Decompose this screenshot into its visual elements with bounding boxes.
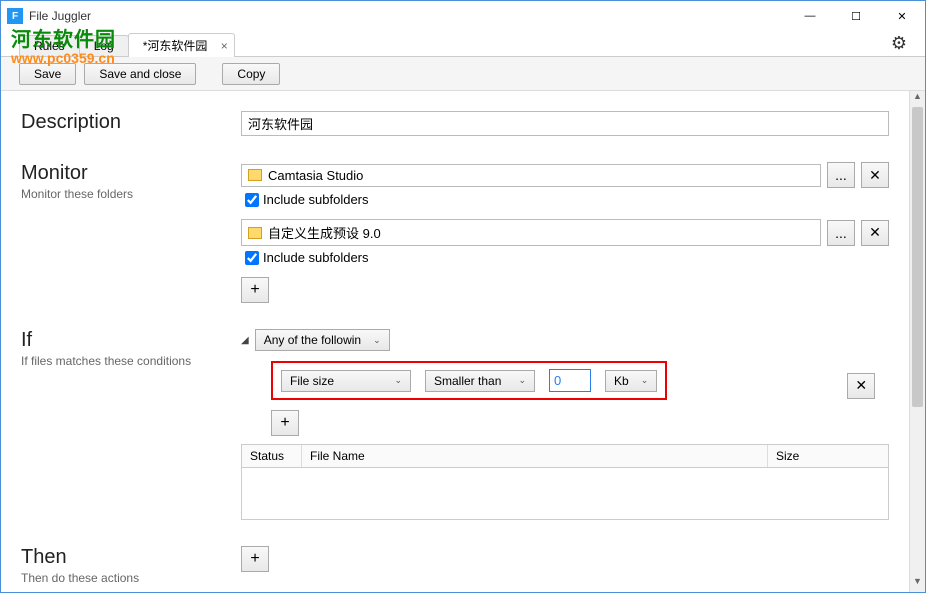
then-subtitle: Then do these actions (21, 571, 225, 585)
condition-row: File size ⌄ Smaller than ⌄ Kb ⌄ (271, 361, 667, 400)
scroll-thumb[interactable] (912, 107, 923, 407)
include-subfolders-checkbox[interactable] (245, 251, 259, 265)
browse-folder-button[interactable]: ... (827, 220, 855, 246)
chevron-down-icon: ⌄ (373, 335, 381, 346)
include-subfolders-label: Include subfolders (263, 192, 369, 207)
window-title: File Juggler (29, 9, 787, 23)
browse-folder-button[interactable]: ... (827, 162, 855, 188)
monitor-title: Monitor (21, 162, 225, 185)
settings-gear-icon[interactable]: ⚙ (891, 33, 907, 54)
monitor-subtitle: Monitor these folders (21, 187, 225, 201)
app-icon: F (7, 8, 23, 24)
tab-close-icon[interactable]: × (221, 39, 228, 53)
save-button[interactable]: Save (19, 63, 76, 85)
folder-path-input[interactable]: Camtasia Studio (241, 164, 821, 187)
remove-folder-button[interactable]: ✕ (861, 220, 889, 246)
include-subfolders-row[interactable]: Include subfolders (245, 192, 889, 207)
scroll-down-icon[interactable]: ▼ (910, 576, 925, 592)
chevron-down-icon: ⌄ (518, 375, 526, 386)
section-then: Then Then do these actions + (21, 546, 889, 585)
remove-folder-button[interactable]: ✕ (861, 162, 889, 188)
close-window-button[interactable]: ✕ (879, 1, 925, 31)
match-mode-dropdown[interactable]: Any of the followin ⌄ (255, 329, 390, 351)
condition-field-label: File size (290, 374, 334, 388)
chevron-down-icon: ⌄ (394, 375, 402, 386)
condition-unit-label: Kb (614, 374, 629, 388)
save-close-button[interactable]: Save and close (84, 63, 196, 85)
content-area: Description Monitor Monitor these folder… (1, 91, 925, 592)
toolbar: Save Save and close Copy (1, 57, 925, 91)
minimize-button[interactable]: — (787, 1, 833, 31)
if-subtitle: If files matches these conditions (21, 354, 225, 368)
column-size[interactable]: Size (768, 445, 888, 467)
condition-operator-label: Smaller than (434, 374, 501, 388)
scrollbar[interactable]: ▲ ▼ (909, 91, 925, 592)
collapse-toggle-icon[interactable]: ◢ (241, 335, 249, 346)
preview-table-body (241, 468, 889, 520)
add-folder-button[interactable]: + (241, 277, 269, 303)
condition-field-dropdown[interactable]: File size ⌄ (281, 370, 411, 392)
tab-current-rule[interactable]: *河东软件园 × (128, 33, 235, 57)
copy-button[interactable]: Copy (222, 63, 280, 85)
description-input[interactable] (241, 111, 889, 136)
titlebar: F File Juggler — ☐ ✕ (1, 1, 925, 31)
description-title: Description (21, 111, 225, 134)
chevron-down-icon: ⌄ (641, 375, 649, 386)
include-subfolders-label: Include subfolders (263, 250, 369, 265)
section-if: If If files matches these conditions ◢ A… (21, 329, 889, 520)
condition-unit-dropdown[interactable]: Kb ⌄ (605, 370, 657, 392)
folder-path-input[interactable]: 自定义生成预设 9.0 (241, 219, 821, 246)
add-condition-button[interactable]: + (271, 410, 299, 436)
monitor-folder-row: Camtasia Studio ... ✕ (241, 162, 889, 188)
column-status[interactable]: Status (242, 445, 302, 467)
folder-icon (248, 169, 262, 181)
monitor-folder-row: 自定义生成预设 9.0 ... ✕ (241, 219, 889, 246)
tab-bar: Rules Log *河东软件园 × ⚙ (1, 31, 925, 57)
folder-icon (248, 227, 262, 239)
add-action-button[interactable]: + (241, 546, 269, 572)
scroll-up-icon[interactable]: ▲ (910, 91, 925, 107)
window-controls: — ☐ ✕ (787, 1, 925, 31)
scroll-track[interactable] (910, 407, 925, 576)
if-title: If (21, 329, 225, 352)
condition-value-input[interactable] (549, 369, 591, 392)
tab-rules[interactable]: Rules (19, 35, 80, 56)
folder-name: 自定义生成预设 9.0 (268, 223, 381, 242)
include-subfolders-checkbox[interactable] (245, 193, 259, 207)
tab-label: *河东软件园 (143, 39, 208, 53)
column-filename[interactable]: File Name (302, 445, 768, 467)
folder-name: Camtasia Studio (268, 168, 363, 183)
include-subfolders-row[interactable]: Include subfolders (245, 250, 889, 265)
section-description: Description (21, 111, 889, 136)
section-monitor: Monitor Monitor these folders Camtasia S… (21, 162, 889, 303)
maximize-button[interactable]: ☐ (833, 1, 879, 31)
then-title: Then (21, 546, 225, 569)
match-mode-label: Any of the followin (264, 333, 361, 347)
preview-table-header: Status File Name Size (241, 444, 889, 468)
condition-operator-dropdown[interactable]: Smaller than ⌄ (425, 370, 535, 392)
tab-log[interactable]: Log (79, 35, 129, 56)
remove-condition-button[interactable]: ✕ (847, 373, 875, 399)
